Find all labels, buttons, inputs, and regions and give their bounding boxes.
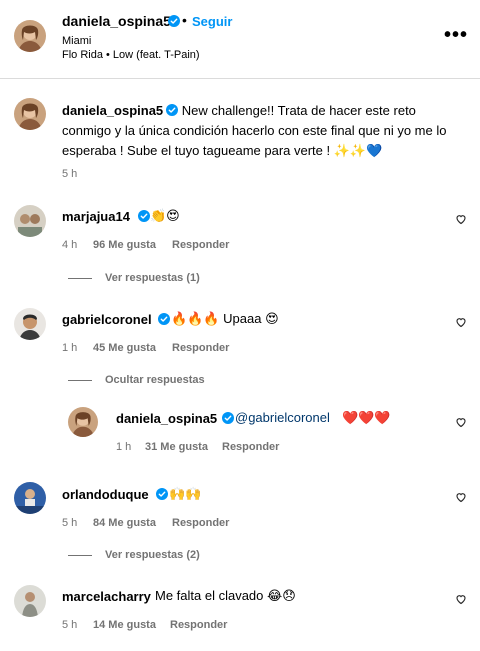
reply-button[interactable]: Responder <box>172 239 229 251</box>
post-author-username[interactable]: daniela_ospina5 <box>62 13 171 29</box>
comment-username[interactable]: gabrielcoronel <box>62 312 152 327</box>
header-separator: • <box>182 12 187 28</box>
like-heart-icon[interactable] <box>455 416 467 428</box>
caption-timestamp: 5 h <box>62 168 78 180</box>
verified-badge-icon <box>158 313 170 325</box>
hide-replies-button[interactable]: Ocultar respuestas <box>105 374 205 386</box>
view-replies-button[interactable]: Ver respuestas (2) <box>105 549 200 561</box>
comment-avatar[interactable] <box>14 205 46 237</box>
comment-text: 🔥🔥🔥 Upaaa 😍 <box>171 311 279 326</box>
comment-username[interactable]: marjajua14 <box>62 209 130 224</box>
comment-username[interactable]: orlandoduque <box>62 487 149 502</box>
comment-text: 🙌🙌 <box>169 486 202 501</box>
comment-likes[interactable]: 45 Me gusta <box>93 342 156 354</box>
post-caption: daniela_ospina5 New challenge!! Trata de… <box>62 101 462 161</box>
replies-line <box>68 555 92 556</box>
comment-timestamp: 4 h <box>62 239 78 251</box>
comment-avatar[interactable] <box>14 482 46 514</box>
verified-badge-icon <box>166 104 179 116</box>
comment-timestamp: 1 h <box>62 342 78 354</box>
comment-likes[interactable]: 96 Me gusta <box>93 239 156 251</box>
comment-likes[interactable]: 14 Me gusta <box>93 619 156 631</box>
reply-button[interactable]: Responder <box>172 342 229 354</box>
reply-button[interactable]: Responder <box>170 619 227 631</box>
comment-text: 👏😍 <box>150 208 180 223</box>
caption-username[interactable]: daniela_ospina5 <box>62 103 163 118</box>
post-location[interactable]: Miami <box>62 35 91 47</box>
post-author-avatar[interactable] <box>14 20 46 52</box>
like-heart-icon[interactable] <box>455 316 467 328</box>
verified-badge-icon <box>168 15 180 27</box>
like-heart-icon[interactable] <box>455 593 467 605</box>
reply-mention-link[interactable]: @gabrielcoronel <box>235 410 330 425</box>
view-replies-button[interactable]: Ver respuestas (1) <box>105 272 200 284</box>
post-audio-track[interactable]: Flo Rida • Low (feat. T-Pain) <box>62 49 200 61</box>
reply-timestamp: 1 h <box>116 441 132 453</box>
comment-timestamp: 5 h <box>62 517 78 529</box>
verified-badge-icon <box>222 412 234 424</box>
more-options-icon[interactable]: ••• <box>444 24 468 47</box>
header-divider <box>0 78 480 79</box>
caption-author-avatar[interactable] <box>14 98 46 130</box>
replies-line <box>68 380 92 381</box>
verified-badge-icon <box>156 488 168 500</box>
follow-button[interactable]: Seguir <box>192 14 232 29</box>
replies-line <box>68 278 92 279</box>
reply-avatar[interactable] <box>68 407 98 437</box>
comment-avatar[interactable] <box>14 308 46 340</box>
reply-button[interactable]: Responder <box>222 441 279 453</box>
reply-username[interactable]: daniela_ospina5 <box>116 411 217 426</box>
like-heart-icon[interactable] <box>455 213 467 225</box>
comment-timestamp: 5 h <box>62 619 78 631</box>
reply-button[interactable]: Responder <box>172 517 229 529</box>
comment-username[interactable]: marcelacharry <box>62 589 151 604</box>
comment-avatar[interactable] <box>14 585 46 617</box>
like-heart-icon[interactable] <box>455 491 467 503</box>
comment-text: Me falta el clavado 😂😞 <box>155 588 296 603</box>
comment-likes[interactable]: 84 Me gusta <box>93 517 156 529</box>
verified-badge-icon <box>138 210 150 222</box>
reply-likes[interactable]: 31 Me gusta <box>145 441 208 453</box>
reply-text: ❤️❤️❤️ <box>342 410 391 425</box>
